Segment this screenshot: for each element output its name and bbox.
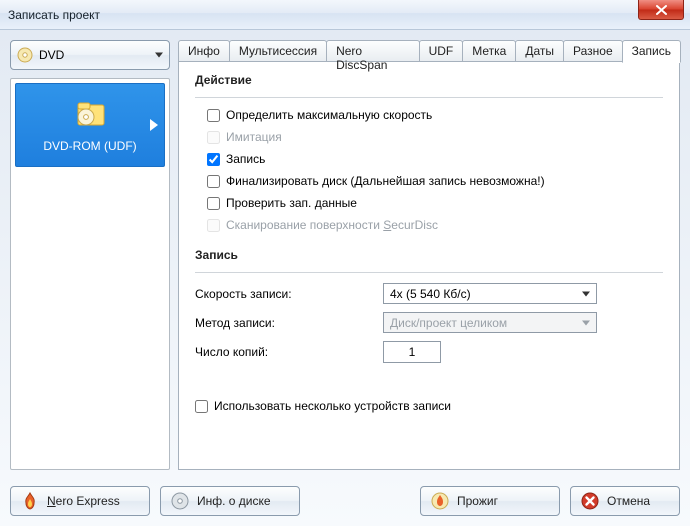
check-simulate: Имитация (207, 130, 663, 144)
write-speed-value: 4x (5 540 Кб/с) (390, 287, 471, 301)
check-scan-securdisc-label: Сканирование поверхности SecurDisc (226, 218, 438, 232)
check-verify-label: Проверить зап. данные (226, 196, 357, 210)
window-title: Записать проект (8, 8, 100, 22)
tab-dates[interactable]: Даты (515, 40, 564, 62)
tabstrip: Инфо Мультисессия Nero DiscSpan UDF Метк… (178, 40, 680, 62)
cancel-icon (581, 492, 599, 510)
check-write-box[interactable] (207, 153, 220, 166)
check-multi-recorders-box[interactable] (195, 400, 208, 413)
tab-info[interactable]: Инфо (178, 40, 230, 62)
chevron-down-icon (155, 53, 163, 58)
nero-express-label: Nero Express (47, 494, 120, 508)
sidebar-panel: DVD-ROM (UDF) (10, 78, 170, 470)
check-scan-securdisc-box (207, 219, 220, 232)
check-verify[interactable]: Проверить зап. данные (207, 196, 663, 210)
tab-label[interactable]: Метка (462, 40, 516, 62)
nero-express-button[interactable]: Nero Express (10, 486, 150, 516)
check-finalize-label: Финализировать диск (Дальнейшая запись н… (226, 174, 545, 188)
chevron-down-icon (582, 320, 590, 325)
section-heading-action: Действие (195, 73, 663, 87)
check-simulate-label: Имитация (226, 130, 282, 144)
write-speed-label: Скорость записи: (195, 287, 383, 301)
tab-misc[interactable]: Разное (563, 40, 623, 62)
tab-panel-burn: Действие Определить максимальную скорост… (178, 61, 680, 470)
copies-input[interactable] (383, 341, 441, 363)
check-write[interactable]: Запись (207, 152, 663, 166)
close-icon (656, 5, 667, 15)
check-determine-max-speed-label: Определить максимальную скорость (226, 108, 432, 122)
tab-udf[interactable]: UDF (419, 40, 464, 62)
tab-burn[interactable]: Запись (622, 40, 681, 63)
check-finalize-box[interactable] (207, 175, 220, 188)
disc-info-label: Инф. о диске (197, 494, 271, 508)
close-button[interactable] (638, 0, 684, 20)
button-row: Nero Express Инф. о диске Прожиг Отмена (10, 486, 680, 516)
media-type-label: DVD (39, 48, 64, 62)
write-method-select: Диск/проект целиком (383, 312, 597, 333)
disc-icon (17, 47, 33, 63)
burn-button[interactable]: Прожиг (420, 486, 560, 516)
check-determine-max-speed[interactable]: Определить максимальную скорость (207, 108, 663, 122)
check-write-label: Запись (226, 152, 265, 166)
disc-folder-icon (72, 97, 108, 133)
check-determine-max-speed-box[interactable] (207, 109, 220, 122)
arrow-right-icon (150, 119, 158, 131)
write-method-label: Метод записи: (195, 316, 383, 330)
sidebar-tile-dvdrom[interactable]: DVD-ROM (UDF) (15, 83, 165, 167)
write-method-value: Диск/проект целиком (390, 316, 507, 330)
cancel-label: Отмена (607, 494, 650, 508)
check-multi-recorders[interactable]: Использовать несколько устройств записи (195, 399, 663, 413)
disc-info-button[interactable]: Инф. о диске (160, 486, 300, 516)
burn-icon (431, 492, 449, 510)
copies-label: Число копий: (195, 345, 383, 359)
check-finalize[interactable]: Финализировать диск (Дальнейшая запись н… (207, 174, 663, 188)
write-speed-select[interactable]: 4x (5 540 Кб/с) (383, 283, 597, 304)
titlebar: Записать проект (0, 0, 690, 30)
cancel-button[interactable]: Отмена (570, 486, 680, 516)
tab-multisession[interactable]: Мультисессия (229, 40, 327, 62)
flame-icon (21, 492, 39, 510)
chevron-down-icon (582, 291, 590, 296)
burn-label: Прожиг (457, 494, 498, 508)
check-simulate-box (207, 131, 220, 144)
tab-discspan[interactable]: Nero DiscSpan (326, 40, 419, 62)
check-verify-box[interactable] (207, 197, 220, 210)
check-multi-recorders-label: Использовать несколько устройств записи (214, 399, 451, 413)
check-scan-securdisc: Сканирование поверхности SecurDisc (207, 218, 663, 232)
media-type-dropdown[interactable]: DVD (10, 40, 170, 70)
section-heading-burn: Запись (195, 248, 663, 262)
sidebar-tile-label: DVD-ROM (UDF) (43, 139, 136, 153)
disc-icon (171, 492, 189, 510)
